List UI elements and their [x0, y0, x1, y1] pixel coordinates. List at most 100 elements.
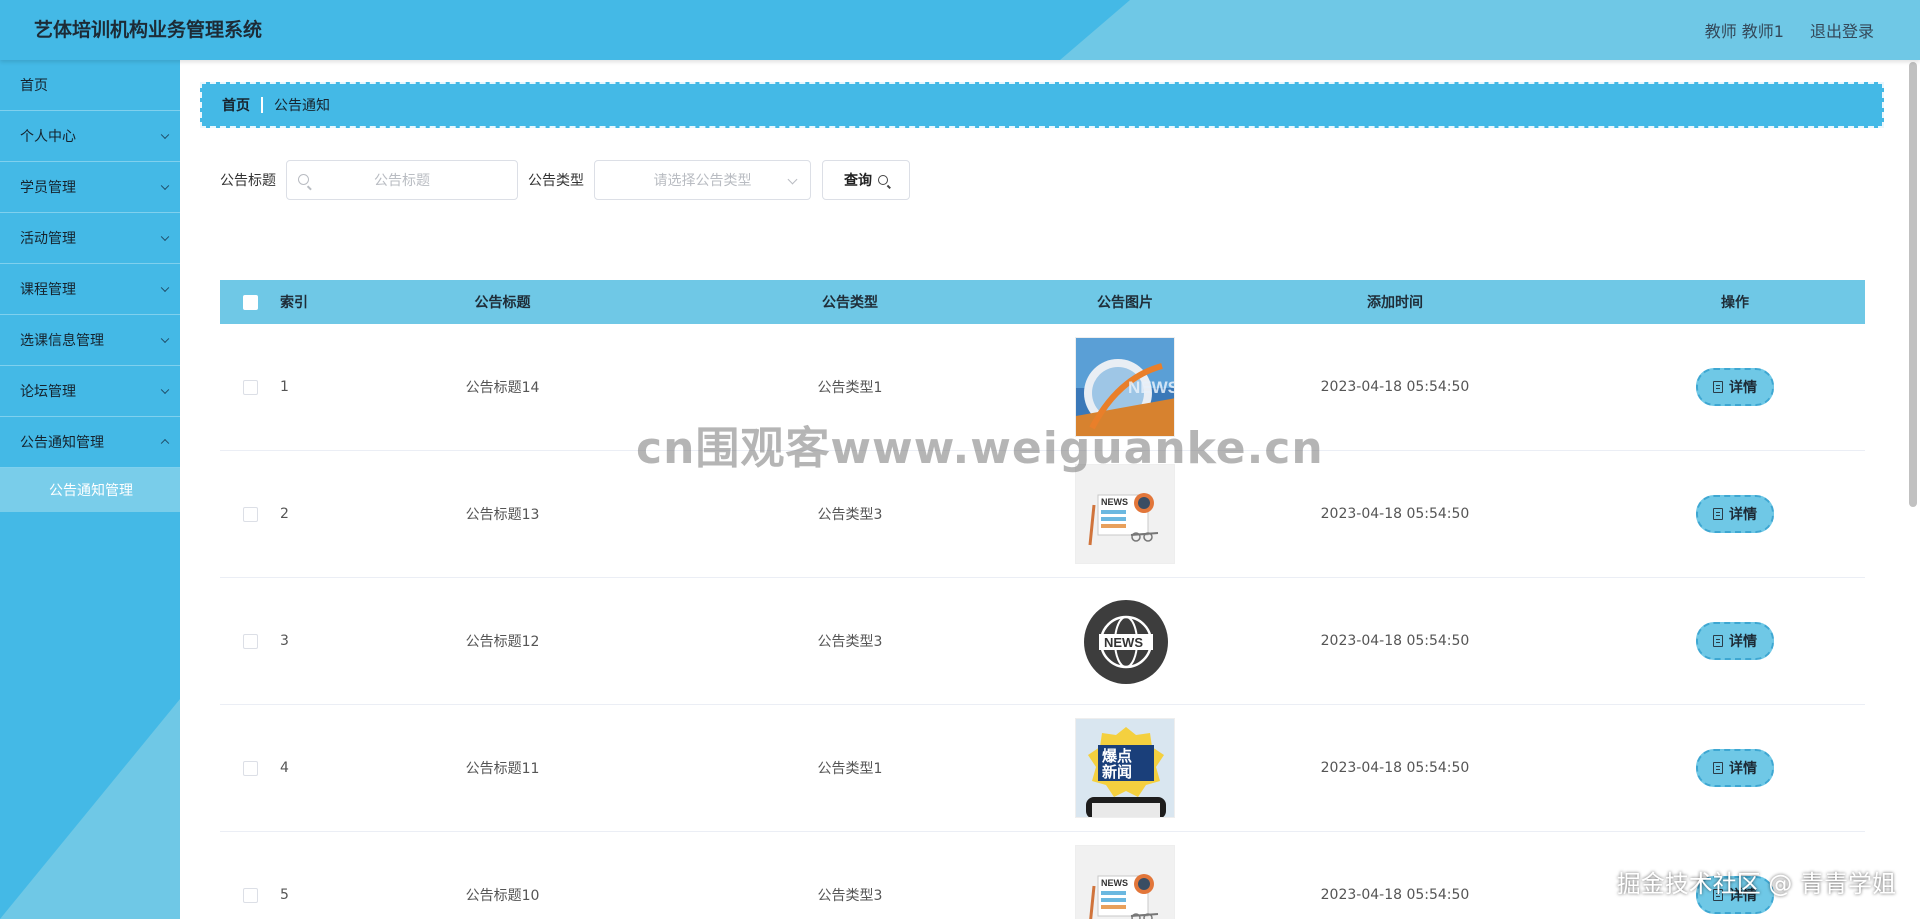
sidebar-item-enrollment[interactable]: 选课信息管理	[0, 315, 180, 366]
sidebar-item-label: 首页	[20, 78, 48, 94]
sidebar-item-activities[interactable]: 活动管理	[0, 213, 180, 264]
row-type: 公告类型1	[817, 761, 883, 777]
news-globe-image: NEWS	[1076, 338, 1175, 436]
title-search-placeholder: 公告标题	[374, 173, 430, 189]
detail-button[interactable]: 详情	[1696, 495, 1774, 533]
row-checkbox[interactable]	[242, 887, 258, 903]
page-scrollbar[interactable]	[1908, 62, 1918, 912]
row-type: 公告类型1	[817, 380, 883, 396]
document-icon	[1713, 381, 1723, 393]
app-title: 艺体培训机构业务管理系统	[34, 19, 263, 41]
row-title: 公告标题10	[465, 888, 540, 904]
type-select[interactable]: 请选择公告类型	[594, 160, 811, 200]
detail-button[interactable]: 详情	[1696, 622, 1774, 660]
detail-button-label: 详情	[1729, 507, 1757, 523]
row-index: 2	[280, 506, 289, 522]
user-name[interactable]: 教师 教师1	[1705, 18, 1784, 42]
scrollbar-thumb[interactable]	[1909, 62, 1917, 507]
chevron-down-icon	[160, 181, 170, 191]
col-title-header: 公告标题	[474, 295, 531, 311]
news-badge-image: NEWS	[1076, 592, 1174, 690]
query-button[interactable]: 查询	[822, 160, 910, 200]
row-action-cell: 详情	[1605, 749, 1865, 787]
chevron-up-icon	[160, 438, 170, 448]
breadcrumb-home[interactable]: 首页	[222, 95, 250, 115]
row-title: 公告标题13	[465, 507, 540, 523]
table-row: 1 公告标题14 公告类型1 NEWS 2023-04-18 05:54:50 …	[220, 324, 1865, 451]
row-index: 4	[280, 760, 289, 776]
sidebar-item-label: 公告通知管理	[20, 435, 104, 451]
notice-image: 爆点 新闻	[1075, 718, 1175, 818]
newspaper-image: NEWS	[1076, 465, 1174, 563]
detail-button-label: 详情	[1729, 380, 1757, 396]
logout-button[interactable]: 退出登录	[1810, 18, 1874, 42]
type-filter-label: 公告类型	[528, 173, 584, 189]
svg-text:NEWS: NEWS	[1101, 878, 1128, 888]
search-bar: 公告标题 公告标题 公告类型 请选择公告类型 查询	[220, 160, 910, 200]
notice-image: NEWS	[1075, 591, 1175, 691]
row-checkbox[interactable]	[242, 633, 258, 649]
sidebar-decoration	[0, 699, 180, 919]
row-index: 3	[280, 633, 289, 649]
row-checkbox[interactable]	[242, 760, 258, 776]
table-row: 4 公告标题11 公告类型1 爆点 新闻 2023-04-18 05:54:50…	[220, 705, 1865, 832]
sidebar-item-home[interactable]: 首页	[0, 60, 180, 111]
row-index: 1	[280, 379, 289, 395]
detail-button-label: 详情	[1729, 634, 1757, 650]
notice-image: NEWS	[1075, 464, 1175, 564]
sidebar-item-label: 论坛管理	[20, 384, 76, 400]
row-time: 2023-04-18 05:54:50	[1320, 760, 1470, 776]
document-icon	[1713, 889, 1723, 901]
row-title: 公告标题11	[465, 761, 540, 777]
col-time-header: 添加时间	[1367, 295, 1423, 311]
col-index-header: 索引	[280, 295, 308, 311]
detail-button-label: 详情	[1729, 888, 1757, 904]
sidebar-item-label: 学员管理	[20, 180, 76, 196]
row-check-cell	[220, 760, 280, 776]
row-checkbox[interactable]	[242, 506, 258, 522]
breadcrumb-separator	[261, 97, 263, 113]
col-picture-header: 公告图片	[1097, 295, 1153, 311]
sidebar-item-courses[interactable]: 课程管理	[0, 264, 180, 315]
sidebar-menu: 首页 个人中心 学员管理 活动管理 课程管理 选课信息管理 论坛管理 公告通知管…	[0, 60, 180, 512]
row-picture-cell: NEWS	[1065, 337, 1185, 437]
detail-button[interactable]: 详情	[1696, 368, 1774, 406]
sidebar-item-students[interactable]: 学员管理	[0, 162, 180, 213]
col-type-header: 公告类型	[822, 295, 878, 311]
chevron-down-icon	[160, 385, 170, 395]
row-action-cell: 详情	[1605, 495, 1865, 533]
row-time: 2023-04-18 05:54:50	[1320, 633, 1470, 649]
breadcrumb: 首页 公告通知	[200, 82, 1884, 128]
row-type: 公告类型3	[817, 888, 883, 904]
row-check-cell	[220, 379, 280, 395]
row-check-cell	[220, 506, 280, 522]
select-all-cell	[220, 294, 280, 310]
title-search-input[interactable]: 公告标题	[286, 160, 518, 200]
sidebar-item-label: 活动管理	[20, 231, 76, 247]
chevron-down-icon	[160, 130, 170, 140]
row-checkbox[interactable]	[242, 379, 258, 395]
svg-text:NEWS: NEWS	[1104, 635, 1143, 650]
row-picture-cell: NEWS	[1065, 845, 1185, 919]
sidebar-item-notices[interactable]: 公告通知管理	[0, 417, 180, 468]
detail-button[interactable]: 详情	[1696, 876, 1774, 914]
row-title: 公告标题12	[465, 634, 540, 650]
select-all-checkbox[interactable]	[242, 294, 258, 310]
row-type: 公告类型3	[817, 507, 883, 523]
document-icon	[1713, 635, 1723, 647]
document-icon	[1713, 508, 1723, 520]
search-icon	[878, 175, 888, 185]
sidebar-item-personal-center[interactable]: 个人中心	[0, 111, 180, 162]
sidebar-subitem-notice-management[interactable]: 公告通知管理	[0, 468, 180, 512]
table-row: 5 公告标题10 公告类型3 NEWS 2023-04-18 05:54:50 …	[220, 832, 1865, 919]
chevron-down-icon	[160, 232, 170, 242]
detail-button[interactable]: 详情	[1696, 749, 1774, 787]
detail-button-label: 详情	[1729, 761, 1757, 777]
title-filter-label: 公告标题	[220, 173, 276, 189]
top-header: 艺体培训机构业务管理系统 教师 教师1 退出登录	[0, 0, 1920, 60]
svg-text:NEWS: NEWS	[1128, 378, 1175, 397]
row-time: 2023-04-18 05:54:50	[1320, 887, 1470, 903]
sidebar-item-forum[interactable]: 论坛管理	[0, 366, 180, 417]
row-action-cell: 详情	[1605, 368, 1865, 406]
notice-image: NEWS	[1075, 845, 1175, 919]
